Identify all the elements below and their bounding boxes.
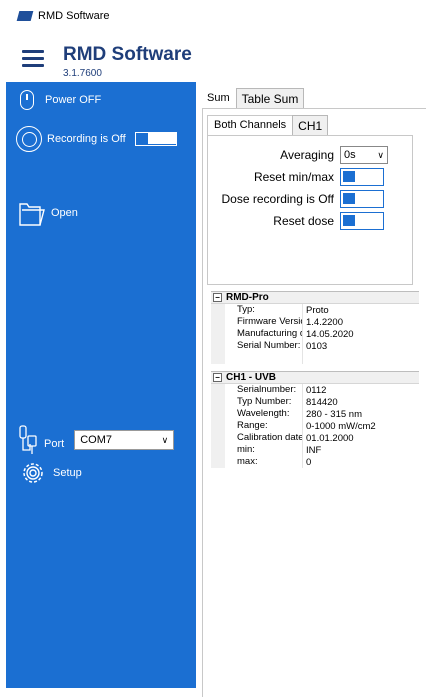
content-panel: Sum Table Sum Both Channels CH1 Averagin…: [200, 88, 426, 697]
app-window: RMD Software RMD Software 3.1.7600 Power…: [0, 0, 426, 697]
channel-section-header[interactable]: − CH1 - UVB: [211, 371, 419, 384]
setup-label: Setup: [53, 467, 82, 479]
reset-minmax-label: Reset min/max: [253, 170, 334, 184]
tab-table-sum[interactable]: Table Sum: [235, 88, 305, 108]
recording-toggle[interactable]: [134, 132, 177, 146]
gear-icon: [23, 463, 43, 483]
collapse-icon[interactable]: −: [213, 293, 222, 302]
device-property-grid: − RMD-Pro Typ:Proto Firmware Version1.4.…: [211, 291, 419, 364]
property-row[interactable]: min: INF: [211, 444, 419, 456]
dose-recording-label: Dose recording is Off: [221, 192, 335, 206]
property-row[interactable]: Manufacturing d 14.05.2020: [211, 328, 419, 340]
property-value: 1.4.2200: [306, 316, 343, 328]
property-key: Serial Number:: [225, 340, 303, 352]
power-icon: [20, 90, 34, 110]
property-row[interactable]: Firmware Version1.4.2200: [211, 316, 419, 328]
app-logo-icon: [16, 11, 34, 21]
title-bar: RMD Software: [0, 0, 426, 32]
averaging-row: Averaging 0s ∨: [280, 146, 388, 164]
property-key: min:: [225, 444, 303, 456]
reset-minmax-switch[interactable]: [340, 168, 384, 186]
open-label: Open: [51, 207, 78, 219]
main-tabs: Sum Table Sum: [200, 88, 305, 108]
property-row[interactable]: Serialnumber: 0112: [211, 384, 419, 396]
property-value: INF: [306, 444, 322, 456]
property-row[interactable]: Wavelength: 280 - 315 nm: [211, 408, 419, 420]
property-key: Typ:: [225, 304, 303, 316]
property-key: Typ Number:: [225, 396, 303, 408]
sum-tab-panel: Both Channels CH1 Averaging 0s ∨ Reset m…: [202, 108, 426, 697]
app-version: 3.1.7600: [63, 68, 102, 79]
averaging-value: 0s: [344, 149, 356, 161]
property-value: 14.05.2020: [306, 328, 354, 340]
recording-toggle-row[interactable]: Recording is Off: [16, 126, 177, 152]
property-value: 01.01.2000: [306, 432, 354, 444]
property-value: 0-1000 mW/cm2: [306, 420, 376, 432]
reset-dose-row: Reset dose: [273, 212, 384, 230]
property-key: max:: [225, 456, 303, 468]
hamburger-menu-icon[interactable]: [22, 50, 44, 68]
port-row: Port COM7 ∨: [18, 424, 175, 456]
property-key: Wavelength:: [225, 408, 303, 420]
property-key: Firmware Version: [225, 316, 303, 328]
property-row[interactable]: Typ: Proto: [211, 304, 419, 316]
device-section-title: RMD-Pro: [226, 292, 269, 303]
property-key: Calibration date: [225, 432, 303, 444]
tab-both-channels[interactable]: Both Channels: [207, 115, 294, 135]
record-icon: [16, 126, 42, 152]
port-label: Port: [44, 438, 65, 450]
reset-dose-label: Reset dose: [273, 214, 334, 228]
app-header: RMD Software 3.1.7600: [0, 34, 426, 82]
power-button[interactable]: Power OFF: [20, 90, 101, 110]
tab-sum[interactable]: Sum: [200, 88, 237, 108]
property-value: 814420: [306, 396, 338, 408]
dose-recording-switch[interactable]: [340, 190, 384, 208]
reset-minmax-row: Reset min/max: [254, 168, 384, 186]
property-key: Range:: [225, 420, 303, 432]
property-row[interactable]: Typ Number: 814420: [211, 396, 419, 408]
reset-dose-switch[interactable]: [340, 212, 384, 230]
open-button[interactable]: Open: [18, 198, 78, 228]
averaging-label: Averaging: [280, 148, 334, 162]
folder-icon: [19, 203, 45, 226]
power-label: Power OFF: [45, 94, 102, 106]
port-select[interactable]: COM7 ∨: [74, 430, 175, 450]
window-title: RMD Software: [38, 10, 110, 22]
channel-tabs: Both Channels CH1: [207, 115, 329, 135]
property-key: Serialnumber:: [225, 384, 303, 396]
dose-recording-row: Dose recording is Off: [221, 190, 384, 208]
chevron-down-icon: ∨: [161, 434, 169, 445]
property-value: 0112: [306, 384, 327, 396]
both-channels-panel: Averaging 0s ∨ Reset min/max Dose record…: [207, 135, 413, 285]
property-row[interactable]: Serial Number: 0103: [211, 340, 419, 352]
channel-property-grid: − CH1 - UVB Serialnumber: 0112 Typ Number…: [211, 371, 419, 468]
property-value: 0103: [306, 340, 328, 352]
property-value: Proto: [306, 304, 329, 316]
recording-label: Recording is Off: [47, 133, 126, 145]
setup-button[interactable]: Setup: [18, 458, 82, 488]
property-row[interactable]: max: 0: [211, 456, 419, 468]
property-row[interactable]: Range: 0-1000 mW/cm2: [211, 420, 419, 432]
tab-ch1[interactable]: CH1: [292, 115, 329, 135]
app-name: RMD Software: [63, 44, 192, 65]
chevron-down-icon: ∨: [377, 149, 384, 160]
averaging-select[interactable]: 0s ∨: [340, 146, 388, 164]
usb-plug-icon: [19, 425, 37, 454]
property-value: 280 - 315 nm: [306, 408, 362, 420]
sidebar: Power OFF Recording is Off Open Port COM…: [6, 82, 196, 688]
device-section-header[interactable]: − RMD-Pro: [211, 291, 419, 304]
property-key: Manufacturing d: [225, 328, 303, 340]
channel-section-title: CH1 - UVB: [226, 372, 277, 383]
collapse-icon[interactable]: −: [213, 373, 222, 382]
property-row-empty: [211, 352, 419, 364]
port-select-value: COM7: [80, 434, 112, 446]
property-value: 0: [306, 456, 312, 468]
property-row[interactable]: Calibration date 01.01.2000: [211, 432, 419, 444]
